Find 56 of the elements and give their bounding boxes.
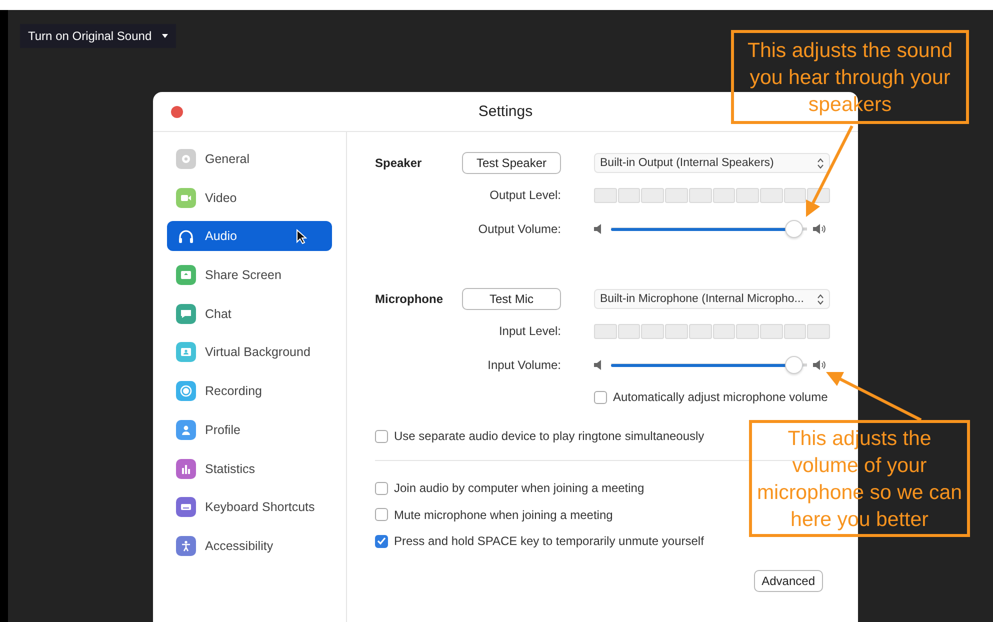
- checkbox-label: Use separate audio device to play ringtone simultaneously: [394, 429, 704, 443]
- gear-icon: [176, 149, 196, 169]
- close-button[interactable]: [171, 106, 183, 118]
- device-select[interactable]: Built-in Output (Internal Speakers): [594, 153, 830, 173]
- field-label: Input Volume:: [488, 358, 561, 372]
- test-button[interactable]: Test Speaker: [462, 152, 561, 174]
- checkbox[interactable]: [375, 482, 388, 495]
- sidebar-item[interactable]: General: [167, 144, 332, 174]
- mouse-pointer-icon: [296, 228, 307, 244]
- headphones-icon: [176, 229, 196, 244]
- video-camera-icon: [176, 188, 196, 208]
- field-label: Output Volume:: [478, 222, 561, 236]
- window-title: Settings: [478, 103, 533, 120]
- original-sound-button[interactable]: Turn on Original Sound: [20, 24, 176, 48]
- advanced-button[interactable]: Advanced: [754, 570, 823, 592]
- field-label: Output Level:: [490, 188, 561, 202]
- sidebar-item[interactable]: Keyboard Shortcuts: [167, 492, 332, 522]
- sidebar-item[interactable]: Share Screen: [167, 260, 332, 290]
- speaker-loud-icon: [813, 224, 826, 234]
- caret-icon: [162, 34, 168, 38]
- record-icon: [176, 381, 196, 402]
- checkbox[interactable]: [375, 430, 388, 442]
- checkbox-label: Automatically adjust microphone volume: [613, 390, 828, 404]
- up-down-chevron-icon: [817, 294, 824, 304]
- checkbox-label: Mute microphone when joining a meeting: [394, 508, 613, 522]
- section-heading: Microphone: [375, 292, 444, 306]
- speaker-loud-icon: [813, 360, 826, 370]
- checkbox[interactable]: [375, 508, 388, 522]
- accessibility-icon: [176, 536, 196, 556]
- speaker-quiet-icon: [594, 360, 602, 370]
- slider-thumb[interactable]: [785, 220, 804, 238]
- person-icon: [176, 420, 196, 440]
- checkbox-label: Join audio by computer when joining a meeting: [394, 481, 644, 496]
- keyboard-icon: [176, 497, 196, 518]
- sidebar-item[interactable]: Statistics: [167, 454, 332, 484]
- sidebar-item[interactable]: Accessibility: [167, 530, 332, 561]
- bar-chart-icon: [176, 458, 196, 478]
- sidebar-item[interactable]: Video: [167, 182, 332, 213]
- device-select[interactable]: Built-in Microphone (Internal Micropho...: [594, 289, 830, 309]
- share-screen-icon: [176, 265, 196, 286]
- up-down-chevron-icon: [817, 158, 824, 168]
- test-button[interactable]: Test Mic: [462, 288, 561, 310]
- checkbox[interactable]: [375, 534, 388, 548]
- speaker-quiet-icon: [594, 224, 602, 234]
- sidebar-item[interactable]: Audio: [167, 221, 332, 252]
- sidebar-item[interactable]: Recording: [167, 376, 332, 406]
- sidebar-item[interactable]: Virtual Background: [167, 337, 332, 368]
- checkbox[interactable]: [594, 390, 607, 404]
- sidebar-item[interactable]: Profile: [167, 414, 332, 445]
- sidebar-item[interactable]: Chat: [167, 298, 332, 329]
- person-frame-icon: [176, 342, 196, 362]
- section-heading: Speaker: [375, 156, 423, 170]
- checkbox-label: Press and hold SPACE key to temporarily unmute yourself: [394, 534, 704, 548]
- field-label: Input Level:: [498, 324, 561, 338]
- slider-thumb[interactable]: [785, 356, 804, 374]
- chat-bubble-icon: [176, 304, 196, 324]
